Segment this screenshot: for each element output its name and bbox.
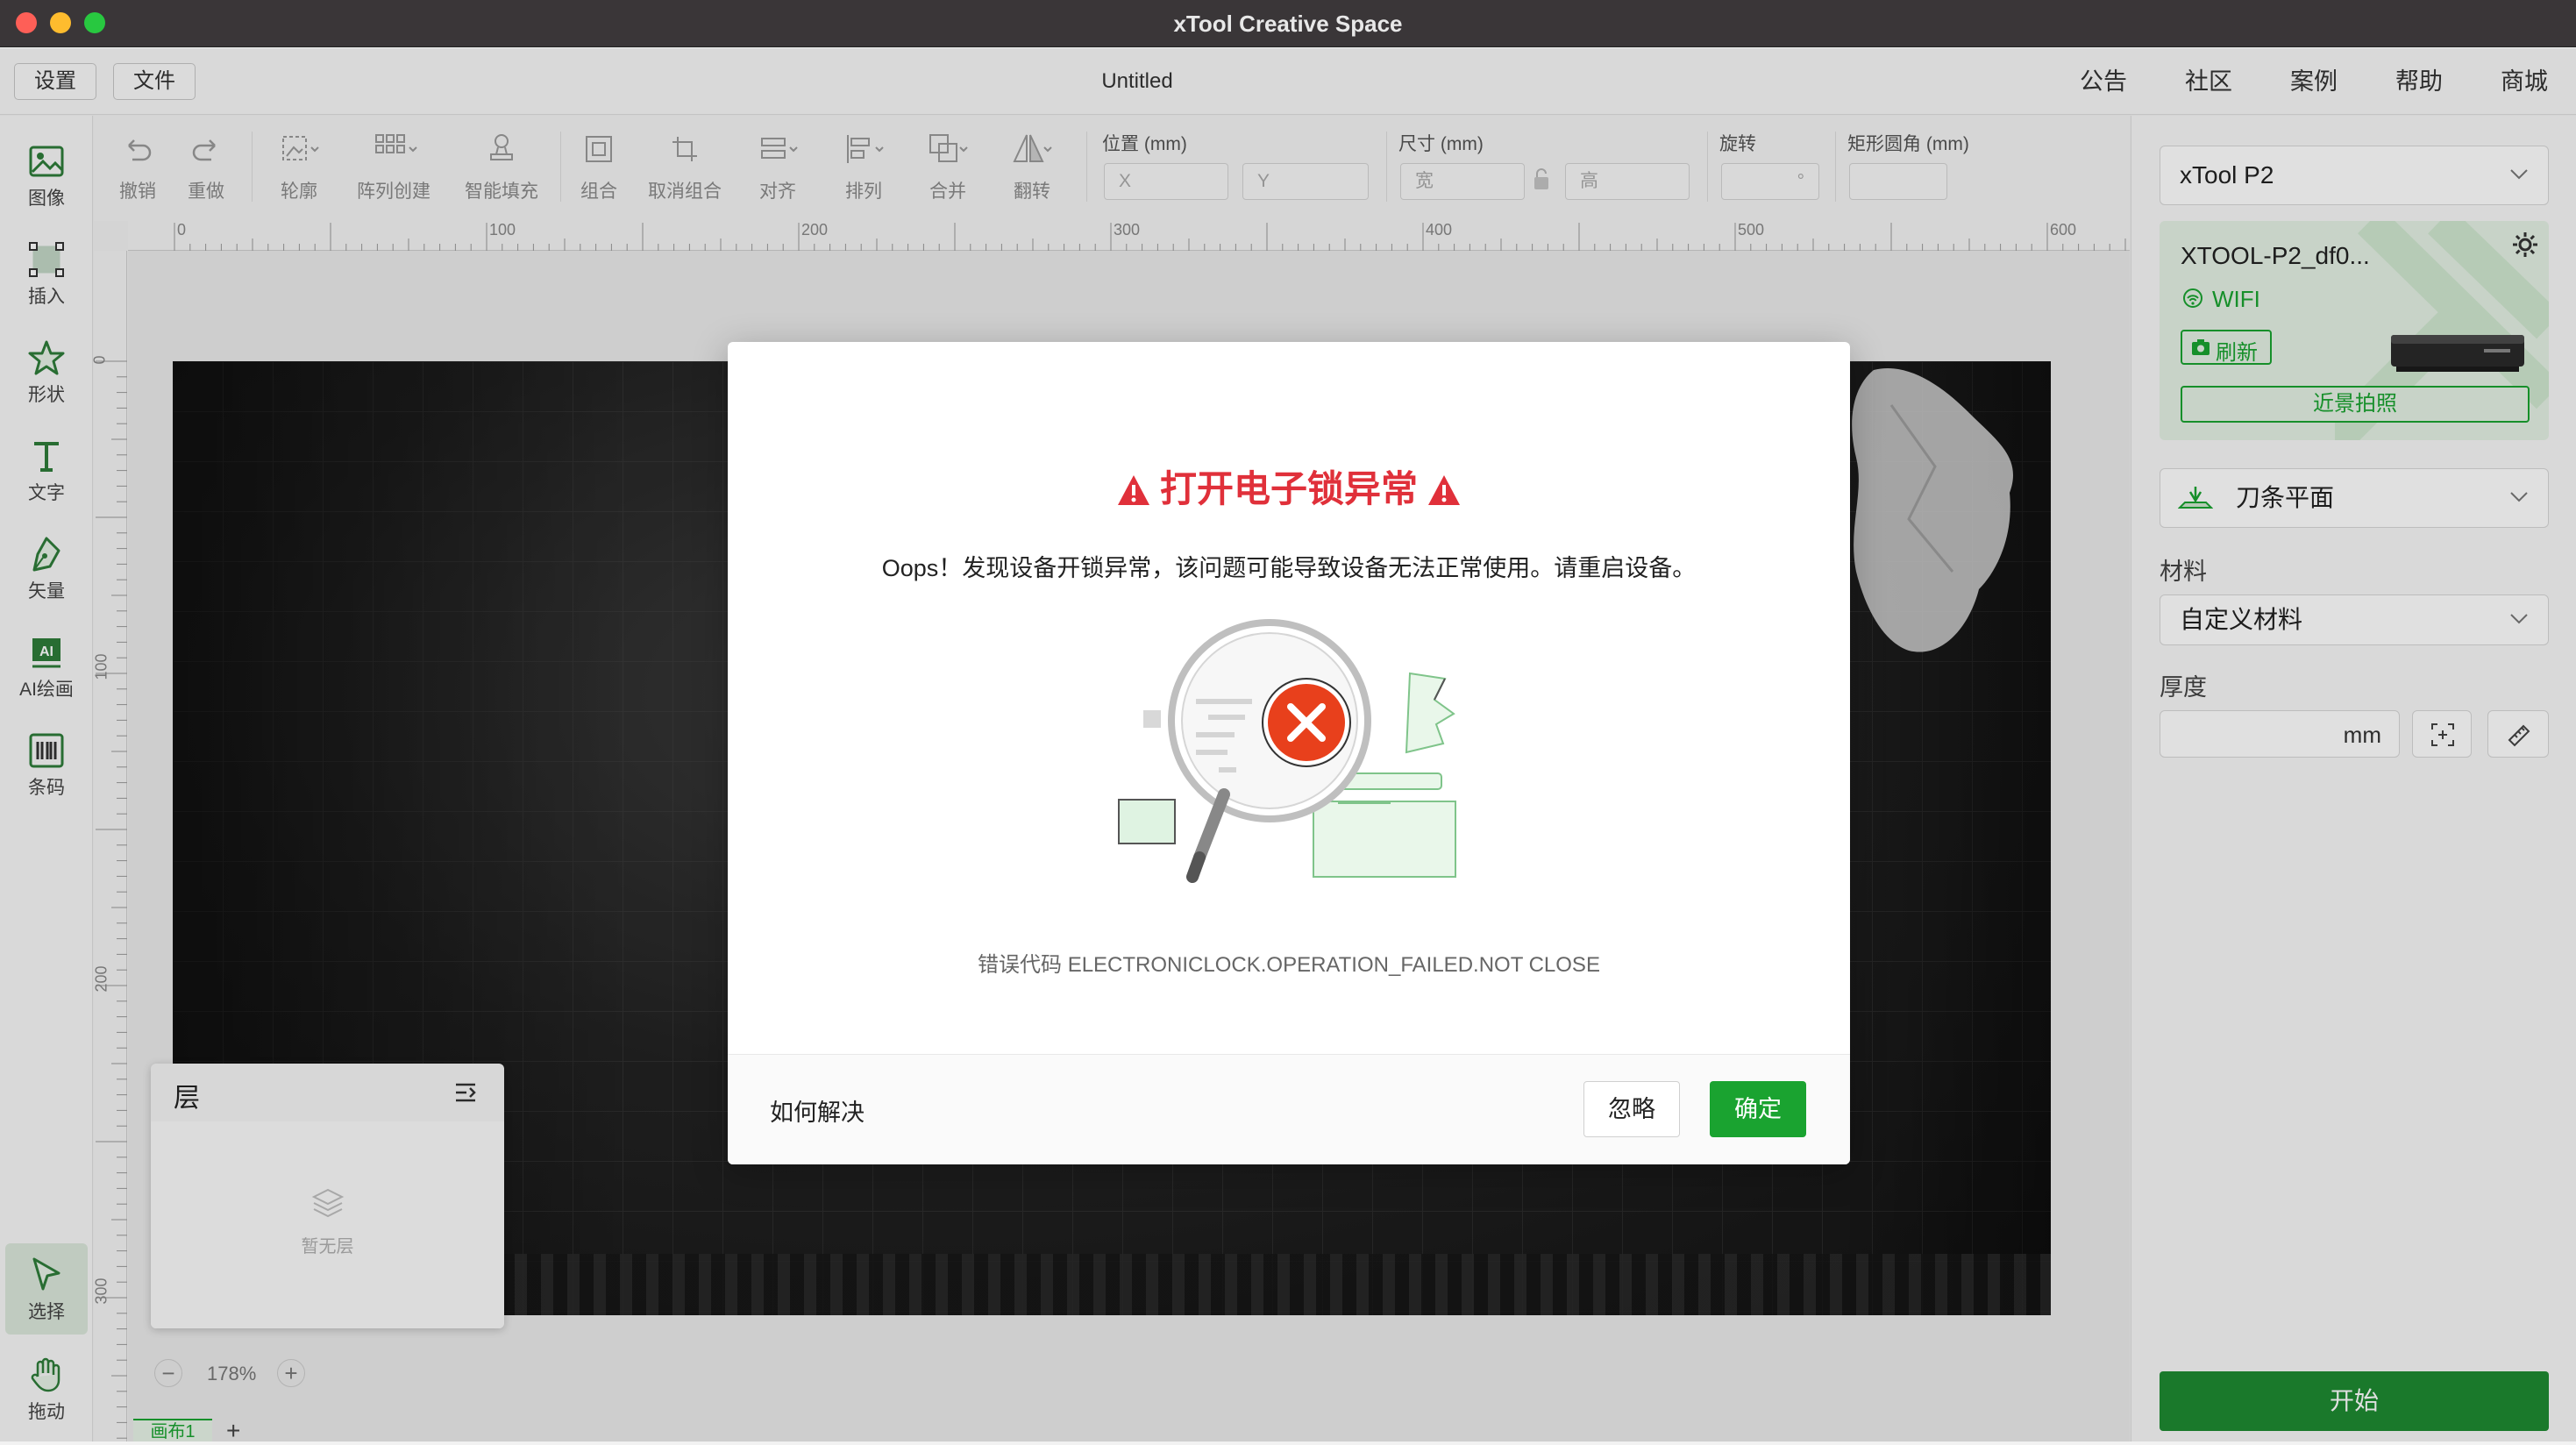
app-title: xTool Creative Space bbox=[1173, 11, 1403, 37]
error-dialog: 打开电子锁异常 Oops！发现设备开锁异常，该问题可能导致设备无法正常使用。请重… bbox=[728, 342, 1850, 1164]
ignore-button[interactable]: 忽略 bbox=[1583, 1081, 1680, 1137]
confirm-button[interactable]: 确定 bbox=[1710, 1081, 1806, 1137]
dialog-footer: 如何解决 忽略 确定 bbox=[728, 1054, 1850, 1164]
how-to-fix-link[interactable]: 如何解决 bbox=[770, 1093, 865, 1128]
dialog-message: Oops！发现设备开锁异常，该问题可能导致设备无法正常使用。请重启设备。 bbox=[881, 555, 1697, 581]
dialog-title-row: 打开电子锁异常 bbox=[728, 459, 1850, 513]
warning-icon bbox=[1428, 475, 1460, 505]
error-code: 错误代码 ELECTRONICLOCK.OPERATION_FAILED.NOT… bbox=[978, 953, 1600, 977]
warning-icon bbox=[1117, 475, 1149, 505]
error-illustration bbox=[1118, 619, 1456, 883]
window-titlebar: xTool Creative Space bbox=[0, 0, 2576, 47]
dialog-title: 打开电子锁异常 bbox=[1159, 468, 1418, 509]
